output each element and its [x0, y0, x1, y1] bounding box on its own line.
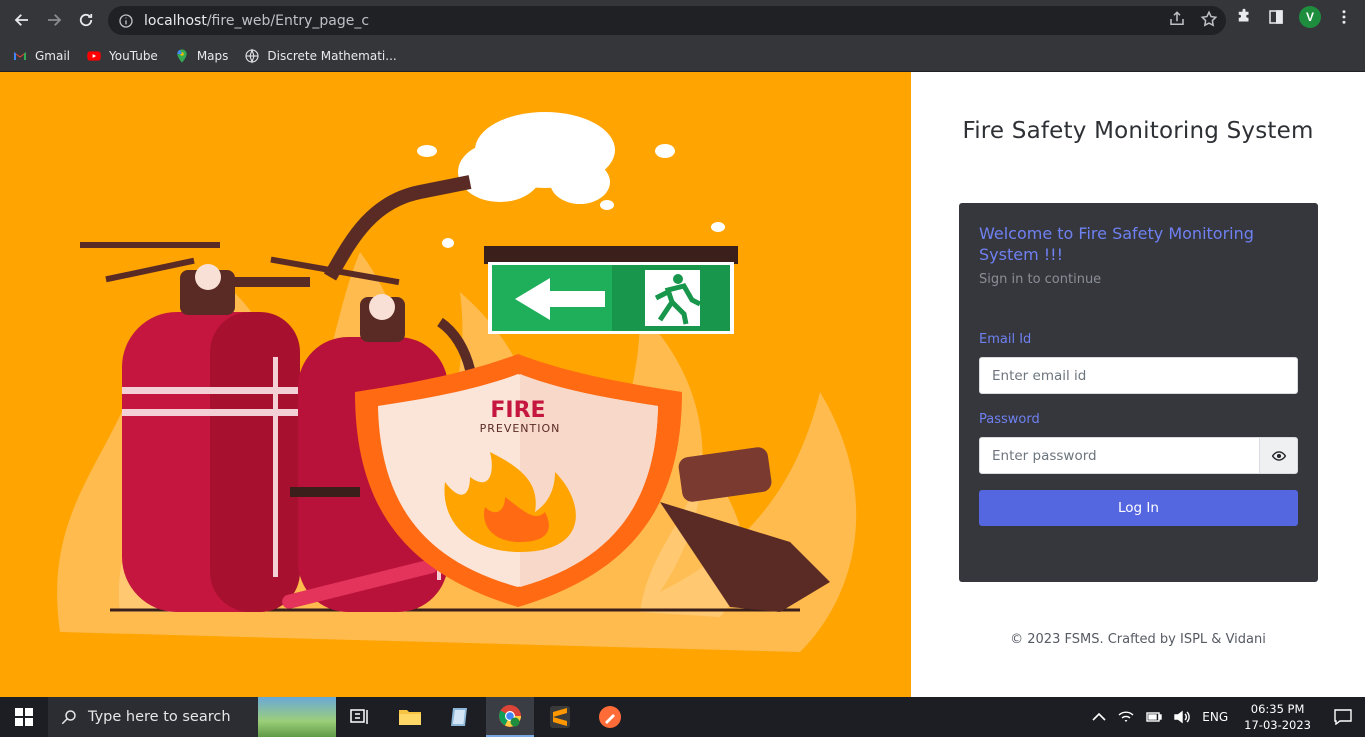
page-content: FIRE PREVENTION Fire Safety Monitoring S… [0, 72, 1365, 697]
url-text: localhost/fire_web/Entry_page_c [144, 13, 369, 29]
eye-icon [1271, 450, 1286, 461]
windows-logo-icon [15, 708, 33, 726]
bookmark-gmail[interactable]: Gmail [12, 48, 70, 64]
bookmarks-bar: Gmail YouTube Maps Discrete Mathemati... [0, 40, 1365, 72]
profile-avatar[interactable]: V [1299, 6, 1321, 28]
sublime-text-button[interactable] [536, 697, 584, 737]
shield-subtitle: PREVENTION [480, 422, 561, 435]
windows-start-button[interactable] [0, 697, 48, 737]
email-field[interactable]: Enter email id [979, 357, 1298, 394]
file-explorer-button[interactable] [386, 697, 434, 737]
taskbar-search[interactable]: Type here to search [48, 697, 336, 737]
task-view-button[interactable] [336, 697, 384, 737]
youtube-icon [87, 50, 101, 61]
email-label: Email Id [979, 332, 1032, 347]
welcome-heading: Welcome to Fire Safety Monitoring System… [979, 224, 1254, 264]
hero-illustration: FIRE PREVENTION [0, 72, 911, 697]
sublime-text-icon [550, 706, 570, 728]
browser-toolbar: localhost/fire_web/Entry_page_c V [0, 0, 1365, 40]
notifications-button[interactable] [1321, 697, 1365, 737]
maps-icon [177, 48, 187, 63]
windows-taskbar: Type here to search ENG 06:35 PM 17-03-2… [0, 697, 1365, 737]
back-icon[interactable] [6, 4, 38, 36]
notification-icon [1334, 709, 1352, 725]
login-card: Welcome to Fire Safety Monitoring System… [959, 203, 1318, 582]
url-path: /fire_web/Entry_page_c [206, 12, 370, 29]
bookmark-maps[interactable]: Maps [174, 48, 229, 64]
password-label: Password [979, 412, 1040, 427]
sign-in-subtitle: Sign in to continue [979, 272, 1102, 287]
app-button-notes[interactable] [436, 697, 484, 737]
extensions-icon[interactable] [1235, 8, 1253, 26]
menu-kebab-icon[interactable] [1335, 8, 1353, 26]
password-field[interactable]: Enter password [979, 437, 1260, 474]
language-indicator[interactable]: ENG [1202, 710, 1228, 724]
bookmark-label: Gmail [35, 48, 71, 63]
bookmark-discrete-math[interactable]: Discrete Mathemati... [244, 47, 397, 64]
exit-sign [484, 246, 738, 334]
wifi-icon[interactable] [1118, 710, 1134, 724]
postman-button[interactable] [586, 697, 634, 737]
url-host: localhost [144, 12, 207, 29]
reload-icon[interactable] [70, 4, 102, 36]
volume-icon[interactable] [1174, 710, 1191, 724]
shield-title: FIRE [490, 398, 545, 423]
search-placeholder: Type here to search [88, 709, 231, 725]
clock-date: 17-03-2023 [1244, 718, 1311, 732]
side-panel-icon[interactable] [1267, 8, 1285, 26]
taskbar-clock[interactable]: 06:35 PM 17-03-2023 [1244, 701, 1311, 733]
search-icon [61, 710, 76, 725]
forward-icon[interactable] [38, 4, 70, 36]
footer-text: © 2023 FSMS. Crafted by ISPL & Vidani [1010, 632, 1266, 647]
postman-icon [599, 706, 621, 728]
bookmark-label: Discrete Mathemati... [267, 48, 397, 63]
chevron-up-icon[interactable] [1092, 712, 1106, 722]
bookmark-label: Maps [196, 48, 229, 63]
bookmark-youtube[interactable]: YouTube [86, 48, 158, 64]
bookmark-star-icon[interactable] [1200, 10, 1218, 28]
address-bar[interactable]: localhost/fire_web/Entry_page_c [108, 6, 1226, 35]
info-icon[interactable] [118, 13, 134, 29]
chrome-taskbar-button[interactable] [486, 697, 534, 737]
notebook-icon [451, 708, 467, 726]
battery-icon[interactable] [1146, 711, 1162, 723]
login-button[interactable]: Log In [979, 490, 1298, 526]
folder-icon [399, 710, 421, 725]
chrome-icon [499, 705, 521, 727]
search-highlight-image [258, 697, 336, 737]
page-title: Fire Safety Monitoring System [962, 118, 1314, 144]
bookmark-label: YouTube [109, 48, 158, 63]
share-icon[interactable] [1168, 10, 1186, 28]
site-icon [245, 47, 259, 64]
show-password-button[interactable] [1259, 437, 1298, 474]
system-tray: ENG 06:35 PM 17-03-2023 [1086, 697, 1365, 737]
task-view-icon [350, 709, 368, 724]
login-pane: Fire Safety Monitoring System Welcome to… [911, 72, 1365, 697]
clock-time: 06:35 PM [1250, 702, 1305, 716]
gmail-icon [14, 51, 26, 60]
